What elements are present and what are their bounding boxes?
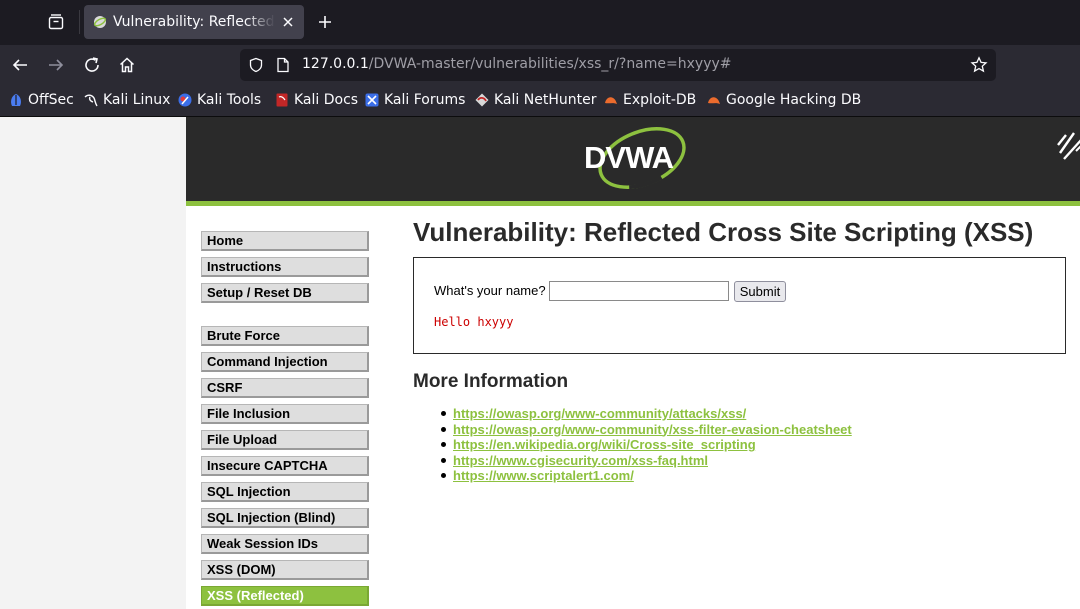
url-bar[interactable]: 127.0.0.1/DVWA-master/vulnerabilities/xs… xyxy=(240,49,996,81)
bookmark-offsec[interactable]: OffSec xyxy=(9,91,74,109)
reload-button[interactable] xyxy=(78,51,106,79)
bookmark-exploit-db[interactable]: Exploit-DB xyxy=(604,91,696,109)
tab-title: Vulnerability: Reflected Cross Site Scri… xyxy=(113,14,275,30)
menu-item-csrf[interactable]: CSRF xyxy=(201,378,369,398)
navigation-toolbar: 127.0.0.1/DVWA-master/vulnerabilities/xs… xyxy=(0,45,1080,85)
forward-button[interactable] xyxy=(42,51,70,79)
menu-item-command-injection[interactable]: Command Injection xyxy=(201,352,369,372)
more-information-list: https://owasp.org/www-community/attacks/… xyxy=(440,406,852,484)
tab-list-icon xyxy=(48,14,64,30)
page-title: Vulnerability: Reflected Cross Site Scri… xyxy=(413,217,1034,247)
bullet xyxy=(441,457,446,463)
url-text[interactable]: 127.0.0.1/DVWA-master/vulnerabilities/xs… xyxy=(302,56,732,72)
list-item: https://owasp.org/www-community/attacks/… xyxy=(440,406,852,422)
exploit-db-icon xyxy=(605,97,617,104)
bullet xyxy=(441,473,446,478)
list-item: https://owasp.org/www-community/xss-filt… xyxy=(440,422,852,438)
bullet xyxy=(441,442,446,447)
bookmark-label: Kali Linux xyxy=(103,92,171,108)
reference-link[interactable]: https://owasp.org/www-community/attacks/… xyxy=(453,406,746,421)
bookmark-label: Kali Docs xyxy=(294,92,359,108)
list-item: https://www.cgisecurity.com/xss-faq.html xyxy=(440,453,852,469)
menu-item-brute-force[interactable]: Brute Force xyxy=(201,326,369,346)
bookmark-label: OffSec xyxy=(28,92,74,108)
menu-item-insecure-captcha[interactable]: Insecure CAPTCHA xyxy=(201,456,369,476)
dvwa-header: DVWA xyxy=(186,117,1080,201)
plus-icon xyxy=(319,16,331,28)
kali-dragon-icon xyxy=(84,94,98,107)
menu-item-xss-dom[interactable]: XSS (DOM) xyxy=(201,560,369,580)
home-button[interactable] xyxy=(113,51,141,79)
tab-close-button[interactable] xyxy=(278,12,298,32)
back-button[interactable] xyxy=(6,51,34,79)
bookmark-label: Exploit-DB xyxy=(623,92,697,108)
menu-item-weak-session-ids[interactable]: Weak Session IDs xyxy=(201,534,369,554)
dvwa-favicon-icon xyxy=(93,16,107,28)
bookmarks-toolbar: OffSec Kali Linux Kali Tools Kali Docs K… xyxy=(0,85,1080,117)
menu-item-home[interactable]: Home xyxy=(201,231,369,251)
reference-link[interactable]: https://en.wikipedia.org/wiki/Cross-site… xyxy=(453,437,756,452)
reference-link[interactable]: https://www.scriptalert1.com/ xyxy=(453,468,634,483)
url-path: /DVWA-master/vulnerabilities/xss_r/?name… xyxy=(368,56,732,72)
bookmark-label: Kali NetHunter xyxy=(494,92,597,108)
reload-icon xyxy=(85,57,99,72)
url-host: 127.0.0.1 xyxy=(302,56,369,72)
bullet xyxy=(441,411,446,416)
new-tab-button[interactable] xyxy=(312,9,338,35)
tab-separator xyxy=(79,10,80,34)
dvwa-logo-text: DVWA xyxy=(584,140,674,175)
reference-link[interactable]: https://owasp.org/www-community/xss-filt… xyxy=(453,422,852,437)
list-all-tabs-button[interactable] xyxy=(40,6,72,38)
menu-item-file-upload[interactable]: File Upload xyxy=(201,430,369,450)
list-item: https://en.wikipedia.org/wiki/Cross-site… xyxy=(440,437,852,453)
arrow-right-icon xyxy=(49,59,64,71)
offsec-icon xyxy=(11,94,21,106)
name-label: What's your name? xyxy=(434,283,546,298)
bullet xyxy=(441,426,446,432)
bookmark-label: Kali Forums xyxy=(384,92,466,108)
bookmark-kali-linux[interactable]: Kali Linux xyxy=(84,91,170,109)
menu-item-sql-injection-blind[interactable]: SQL Injection (Blind) xyxy=(201,508,369,528)
submit-button[interactable]: Submit xyxy=(734,281,786,302)
kali-docs-icon xyxy=(276,93,288,107)
close-icon xyxy=(283,17,293,27)
bookmark-star-icon[interactable] xyxy=(970,56,988,74)
kali-nethunter-icon xyxy=(475,93,489,107)
kali-tools-icon xyxy=(178,93,192,107)
menu-item-setup-reset-db[interactable]: Setup / Reset DB xyxy=(201,283,369,303)
name-input[interactable] xyxy=(549,281,729,301)
browser-tab-bar: Vulnerability: Reflected Cross Site Scri… xyxy=(0,0,1080,45)
list-item: https://www.scriptalert1.com/ xyxy=(440,468,852,484)
bookmark-kali-tools[interactable]: Kali Tools xyxy=(178,91,261,109)
bookmark-label: Google Hacking DB xyxy=(726,92,862,108)
shield-icon[interactable] xyxy=(248,57,264,73)
more-information-heading: More Information xyxy=(413,371,569,392)
vulnerable-code-area: What's your name? Submit Hello hxyyy xyxy=(413,257,1066,354)
bookmark-google-hacking-db[interactable]: Google Hacking DB xyxy=(707,91,861,109)
menu-item-instructions[interactable]: Instructions xyxy=(201,257,369,277)
bookmark-kali-nethunter[interactable]: Kali NetHunter xyxy=(475,91,596,109)
page-viewport: DVWA Home Instructions Setup / Reset DB … xyxy=(0,117,1080,609)
bookmark-kali-forums[interactable]: Kali Forums xyxy=(365,91,465,109)
reference-link[interactable]: https://www.cgisecurity.com/xss-faq.html xyxy=(453,453,708,468)
dvwa-logo: DVWA xyxy=(584,126,686,190)
sparkle-icon xyxy=(1057,132,1080,160)
page-info-icon[interactable] xyxy=(276,57,290,73)
google-hacking-db-icon xyxy=(708,97,720,104)
arrow-left-icon xyxy=(12,59,27,71)
bookmark-kali-docs[interactable]: Kali Docs xyxy=(275,91,358,109)
menu-item-xss-reflected[interactable]: XSS (Reflected) xyxy=(201,586,369,606)
menu-item-sql-injection[interactable]: SQL Injection xyxy=(201,482,369,502)
menu-item-file-inclusion[interactable]: File Inclusion xyxy=(201,404,369,424)
xss-output-text: Hello hxyyy xyxy=(434,315,514,329)
home-icon xyxy=(119,57,135,73)
tab-active[interactable]: Vulnerability: Reflected Cross Site Scri… xyxy=(84,5,304,39)
kali-forums-icon xyxy=(365,93,379,107)
bookmark-label: Kali Tools xyxy=(197,92,262,108)
